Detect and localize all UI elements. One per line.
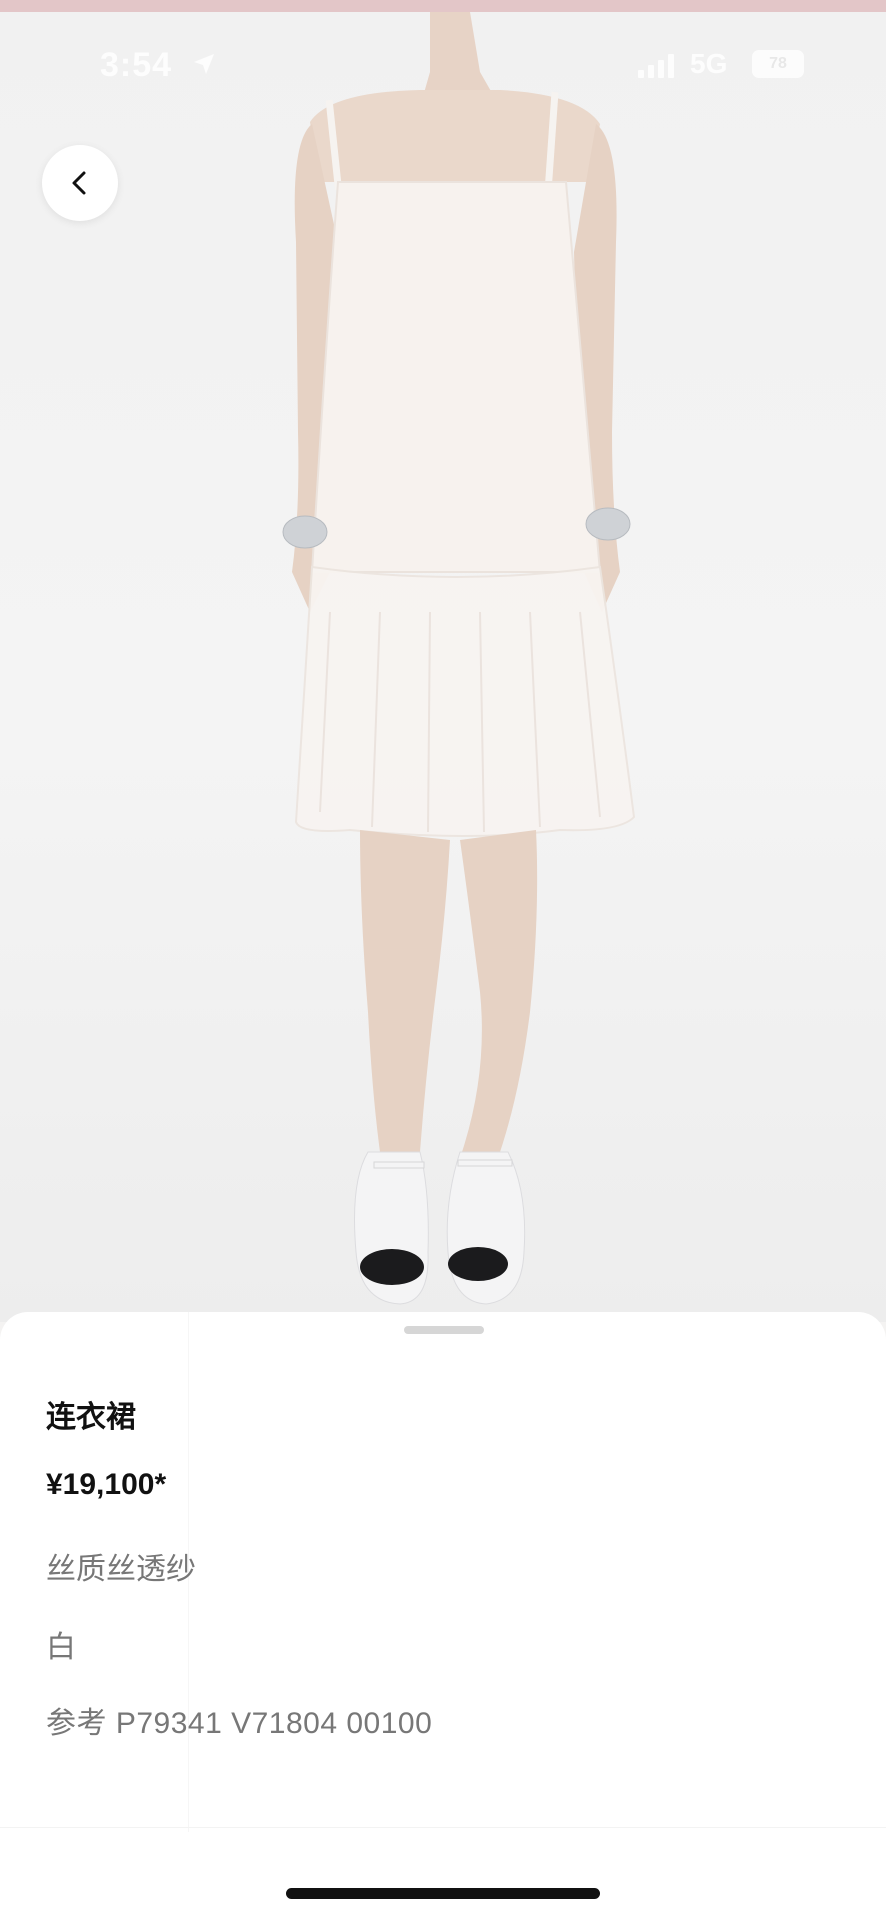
bottom-divider: [0, 1827, 886, 1828]
signal-strength-icon: [638, 54, 674, 78]
product-color: 白: [46, 1630, 76, 1665]
product-reference: 参考 P79341 V71804 00100: [46, 1707, 433, 1740]
battery-level: 78: [769, 55, 787, 72]
product-photo: [0, 12, 886, 1322]
status-time: 3:54: [100, 46, 173, 84]
battery-icon: 78: [752, 50, 804, 78]
sheet-grabber-handle[interactable]: [404, 1326, 484, 1334]
chevron-left-icon: [72, 171, 86, 195]
product-material: 丝质丝透纱: [46, 1552, 196, 1587]
home-indicator[interactable]: [286, 1888, 600, 1899]
product-price: ¥19,100*: [46, 1468, 167, 1501]
network-type: 5G: [690, 48, 728, 79]
location-arrow-icon: [194, 54, 214, 74]
back-button[interactable]: [42, 145, 118, 221]
product-details-sheet: 连衣裙 ¥19,100* 丝质丝透纱 白 参考 P79341 V71804 00…: [0, 1312, 886, 1920]
product-name: 连衣裙: [46, 1400, 136, 1435]
status-bar: 3:54 5G 78: [0, 40, 886, 90]
top-accent-bar: [0, 0, 886, 12]
model-dress-illustration: [282, 12, 636, 1305]
